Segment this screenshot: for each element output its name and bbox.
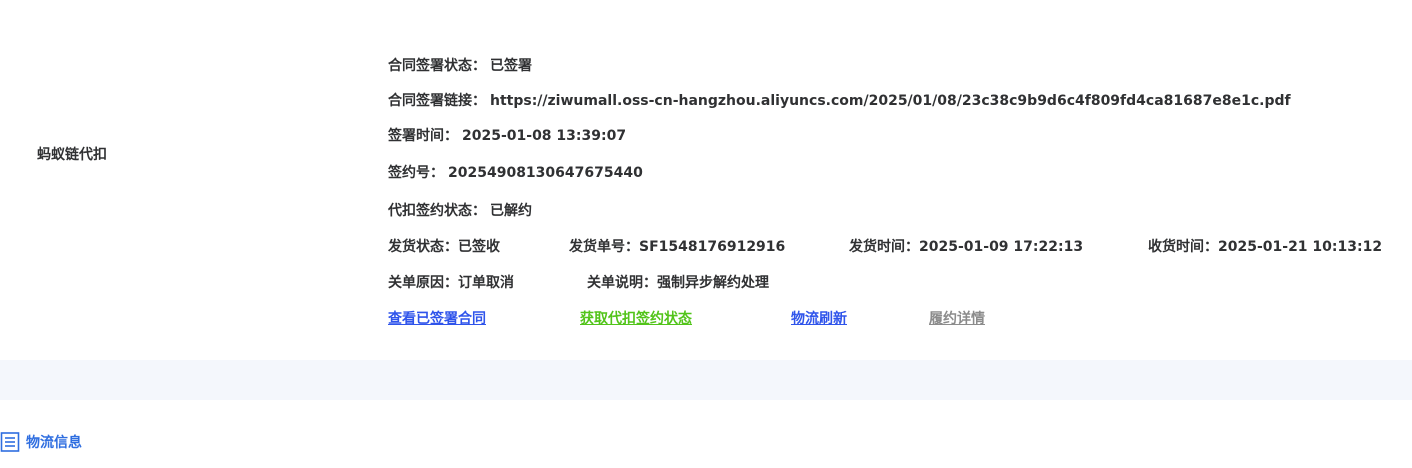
sign-time-row: 签署时间： 2025-01-08 13:39:07 [388,126,626,146]
payment-info-block: 蚂蚁链代扣 合同签署状态： 已签署 合同签署链接： https://ziwumall… [0,0,1412,360]
receive-time: 收货时间：2025-01-21 10:13:12 [1148,239,1383,255]
shipping-status: 发货状态：已签收 [388,239,500,255]
sign-no-value: 20254908130647675440 [448,165,643,181]
sign-time-value: 2025-01-08 13:39:07 [462,128,627,144]
logistics-section-header: 物流信息 [0,430,82,454]
contract-status-row: 合同签署状态： 已签署 [388,56,532,76]
withhold-status-value: 已解约 [490,203,532,219]
sign-no-row: 签约号： 20254908130647675440 [388,163,643,183]
contract-status-value: 已签署 [490,58,532,74]
shipping-time: 发货时间：2025-01-09 17:22:13 [849,239,1084,255]
withhold-status-label: 代扣签约状态： [388,203,486,219]
logistics-section-title: 物流信息 [26,435,82,451]
contract-status-label: 合同签署状态： [388,58,486,74]
close-note: 关单说明：强制异步解约处理 [587,275,769,291]
sign-no-label: 签约号： [388,165,444,181]
close-reason: 关单原因：订单取消 [388,275,514,291]
payment-method-label: 蚂蚁链代扣 [37,147,107,163]
list-document-icon [0,431,20,453]
view-contract-link[interactable]: 查看已签署合同 [388,309,486,329]
fulfillment-details-link[interactable]: 履约详情 [929,309,985,329]
refresh-logistics-link[interactable]: 物流刷新 [791,309,847,329]
shipping-row: 发货状态：已签收 发货单号：SF1548176912916 发货时间：2025-… [388,237,1412,257]
section-divider [0,360,1412,400]
contract-link-label: 合同签署链接： [388,93,486,109]
contract-link-row: 合同签署链接： https://ziwumall.oss-cn-hangzhou.… [388,91,1291,111]
sign-time-label: 签署时间： [388,128,458,144]
get-withhold-status-link[interactable]: 获取代扣签约状态 [580,309,692,329]
withhold-status-row: 代扣签约状态： 已解约 [388,201,532,221]
close-row: 关单原因：订单取消 关单说明：强制异步解约处理 [388,273,888,293]
contract-link-value: https://ziwumall.oss-cn-hangzhou.aliyunc… [490,93,1291,109]
shipping-tracking-no: 发货单号：SF1548176912916 [569,239,786,255]
